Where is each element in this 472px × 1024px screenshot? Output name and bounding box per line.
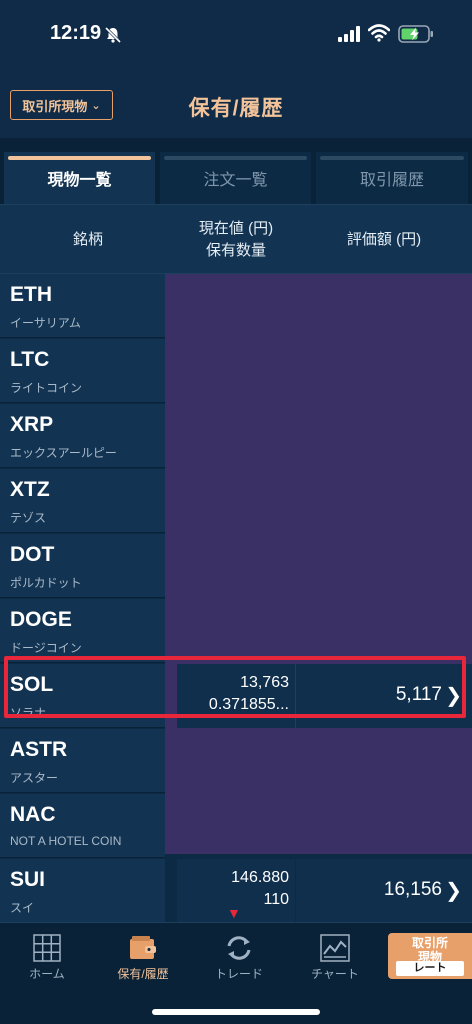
status-time: 12:19	[50, 22, 102, 44]
page-title: 保有/履歴	[188, 97, 284, 120]
tab-chart[interactable]: チャート	[288, 931, 382, 991]
chevron-right-icon: ❯	[445, 685, 462, 707]
column-header-price: 現在値 (円) 保有数量	[176, 205, 296, 275]
list-item[interactable]: DOGE ドージコイン	[0, 599, 472, 664]
coin-name: ソラナ	[10, 706, 47, 720]
coin-name: エックスアールピー	[10, 446, 117, 460]
list-item[interactable]: ASTR アスター	[0, 729, 472, 794]
holding-quantity: 110	[263, 891, 289, 908]
chart-icon	[320, 934, 350, 962]
coin-name: スイ	[10, 901, 35, 915]
tab-home-label: ホーム	[29, 967, 65, 981]
coin-symbol: SOL	[10, 673, 54, 696]
tab-label: 現物一覧	[47, 172, 112, 189]
valuation-amount: 5,117	[395, 684, 442, 705]
list-item[interactable]: NAC NOT A HOTEL COIN	[0, 794, 472, 859]
column-header-name: 銘柄	[0, 205, 176, 275]
tab-bar: 現物一覧 注文一覧 取引履歴	[0, 138, 472, 204]
column-header-amount-label: 評価額 (円)	[346, 231, 422, 248]
coin-name: ポルカドット	[10, 576, 82, 590]
exchange-arrows-icon	[227, 936, 251, 960]
chevron-right-icon: ❯	[445, 880, 462, 902]
wifi-icon	[368, 24, 390, 42]
list-item[interactable]: ETH イーサリアム	[0, 274, 472, 339]
coin-symbol: NAC	[10, 803, 56, 826]
grid-icon	[33, 934, 61, 962]
list-item[interactable]: XRP エックスアールピー	[0, 404, 472, 469]
coin-symbol: XTZ	[10, 478, 50, 501]
coin-symbol: LTC	[10, 348, 50, 371]
coin-symbol: ASTR	[10, 738, 68, 761]
bottom-tab-bar: ホーム 保有/履歴 トレード チャート 取引所 現物 レート	[0, 922, 472, 1024]
coin-name: イーサリアム	[10, 316, 81, 330]
coin-name: NOT A HOTEL COIN	[10, 834, 122, 848]
tab-trade[interactable]: トレード	[192, 931, 286, 991]
list-item[interactable]: LTC ライトコイン	[0, 339, 472, 404]
coin-name: ライトコイン	[10, 381, 83, 395]
tab-holdings[interactable]: 保有/履歴	[96, 931, 190, 991]
wallet-icon	[130, 936, 156, 959]
valuation-amount: 16,156	[383, 879, 442, 900]
tab-chart-label: チャート	[311, 967, 359, 981]
tab-trade-label: トレード	[214, 967, 263, 981]
list-item[interactable]: DOT ポルカドット	[0, 534, 472, 599]
tab-order-list[interactable]: 注文一覧	[160, 152, 311, 204]
header: 取引所現物 ⌄ 保有/履歴	[0, 70, 472, 138]
current-price: 146.880	[231, 869, 289, 886]
list-item[interactable]: XTZ テゾス	[0, 469, 472, 534]
list-item-sol[interactable]: SOL ソラナ 13,763 0.371855... 5,117 ❯	[0, 664, 472, 729]
tab-trade-history[interactable]: 取引履歴	[316, 152, 468, 204]
scroll-down-indicator-icon: ▼	[227, 905, 241, 921]
bell-muted-icon	[104, 26, 122, 44]
holding-quantity: 0.371855...	[208, 696, 289, 713]
tab-spot-list[interactable]: 現物一覧	[4, 152, 155, 204]
coin-name: アスター	[10, 771, 59, 785]
tab-label: 注文一覧	[203, 172, 268, 189]
home-indicator	[152, 1009, 320, 1015]
tab-holdings-label: 保有/履歴	[117, 967, 169, 981]
battery-charging-icon	[398, 25, 433, 43]
rate-button[interactable]: 取引所 現物 レート	[388, 933, 472, 979]
rate-button-label: レート	[396, 961, 464, 976]
coin-name: ドージコイン	[10, 641, 82, 655]
coin-name: テゾス	[10, 511, 47, 525]
coin-symbol: DOGE	[10, 608, 72, 631]
column-header-price-label: 現在値 (円)	[198, 220, 274, 237]
tab-label: 取引履歴	[359, 172, 424, 189]
rate-button-title: 取引所 現物	[388, 936, 472, 964]
rate-title-line1: 取引所	[411, 936, 448, 950]
coin-symbol: XRP	[10, 413, 54, 436]
coin-symbol: SUI	[10, 868, 46, 891]
column-header-amount: 評価額 (円)	[296, 205, 472, 275]
column-headers: 銘柄 現在値 (円) 保有数量 評価額 (円)	[0, 204, 472, 274]
column-header-qty-label: 保有数量	[205, 242, 266, 259]
holdings-list: ETH イーサリアム LTC ライトコイン XRP エックスアールピー XTZ テゾス …	[0, 274, 472, 923]
coin-symbol: ETH	[10, 283, 52, 306]
status-bar: 12:19	[0, 0, 472, 70]
signal-icon	[338, 26, 360, 42]
column-header-name-label: 銘柄	[72, 231, 103, 248]
current-price: 13,763	[240, 674, 289, 691]
tab-home[interactable]: ホーム	[0, 931, 94, 991]
coin-symbol: DOT	[10, 543, 55, 566]
